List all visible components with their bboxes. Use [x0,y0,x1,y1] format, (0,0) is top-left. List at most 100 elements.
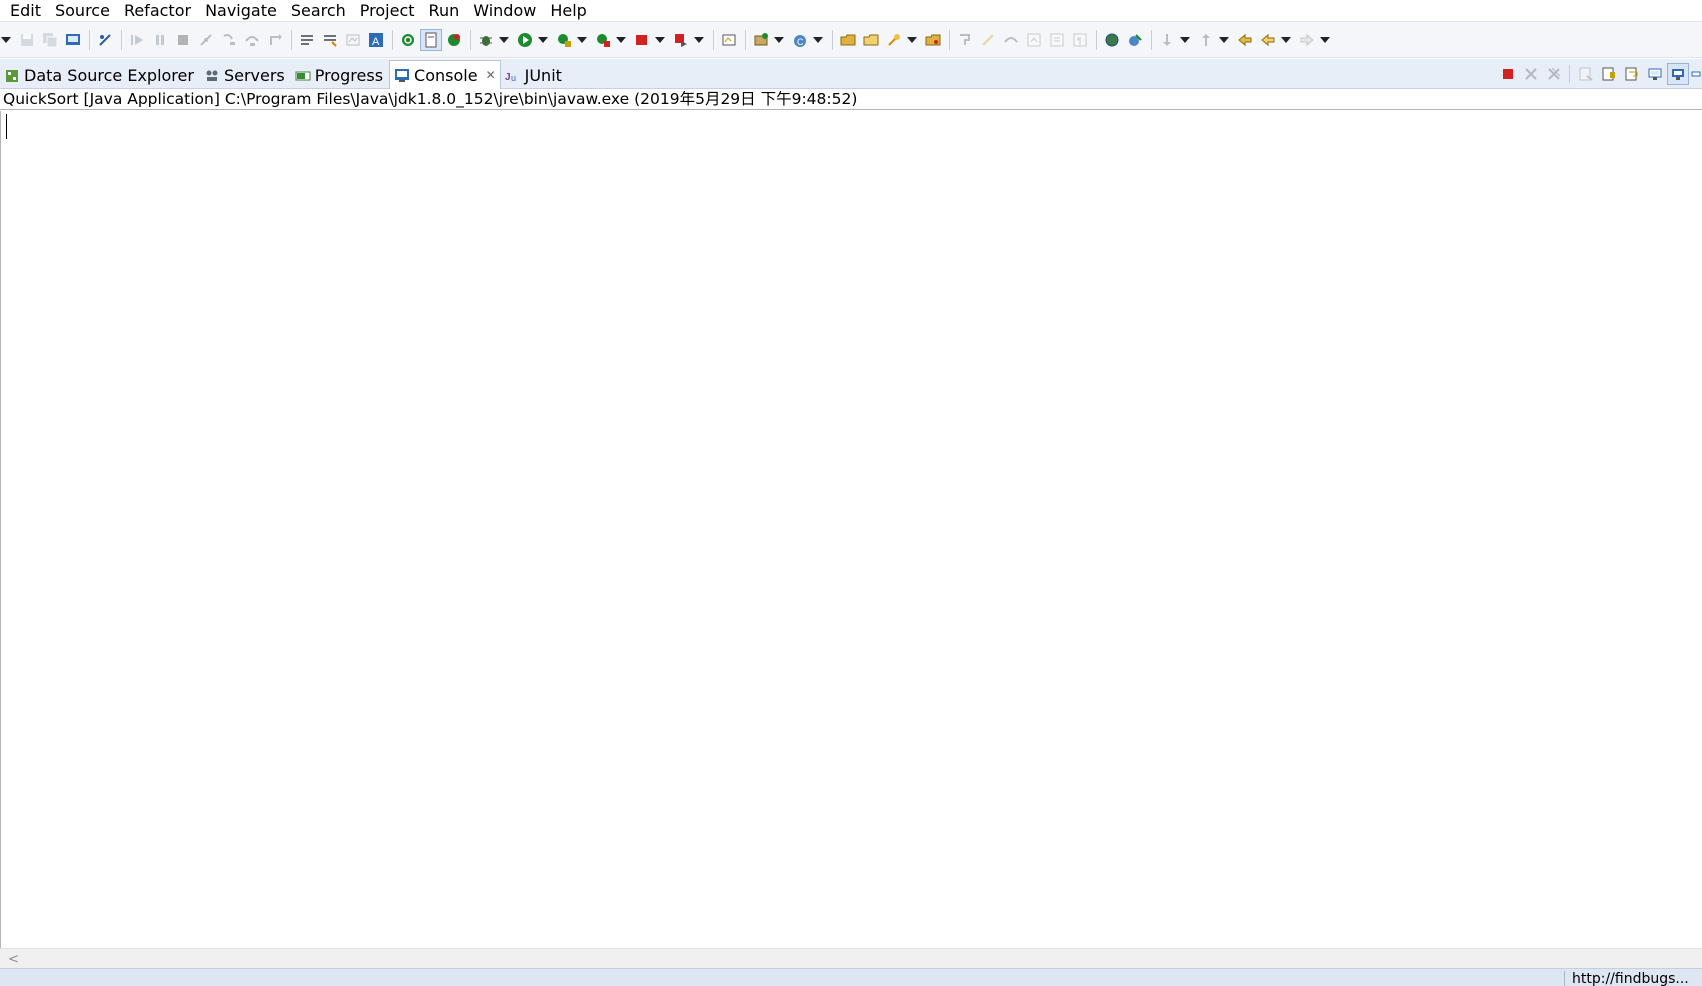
use-step-filters-icon[interactable] [296,29,318,51]
debug-icon[interactable] [475,29,497,51]
menu-project-label: Project [359,0,415,20]
tab-console-label: Console [414,65,478,85]
next-edit-location-icon[interactable] [1156,29,1178,51]
tab-progress[interactable]: Progress [291,62,389,89]
search-dropdown-icon[interactable] [906,29,918,51]
menu-refactor-label: Refactor [123,0,192,20]
coverage-dropdown-icon[interactable] [576,29,588,51]
external-tools-dropdown-icon[interactable] [654,29,666,51]
search-icon[interactable] [883,29,905,51]
run-icon[interactable] [514,29,536,51]
open-type-icon[interactable] [837,29,859,51]
new-package-dropdown-icon[interactable] [773,29,785,51]
clear-console-icon[interactable] [1575,63,1597,85]
word-wrap-icon[interactable] [1621,63,1643,85]
menu-edit[interactable]: Edit [3,0,48,22]
minimize-icon[interactable] [1690,63,1702,85]
menu-window-label: Window [473,0,537,20]
scroll-left-icon[interactable]: < [8,952,19,967]
power-icon[interactable] [397,29,419,51]
tab-servers[interactable]: Servers [200,62,291,89]
block-selection-icon[interactable] [1000,29,1022,51]
new-dropdown-icon[interactable] [2,29,10,51]
font-icon[interactable]: A [365,29,387,51]
last-edit-location-icon[interactable] [1124,29,1146,51]
save-icon[interactable] [16,29,38,51]
run-dropdown-icon[interactable] [537,29,549,51]
menu-window[interactable]: Window [466,0,543,22]
step-return-icon[interactable] [264,29,286,51]
debug-dropdown-icon[interactable] [498,29,510,51]
display-selected-console-icon[interactable] [1667,63,1689,85]
coverage-icon[interactable] [553,29,575,51]
save-all-icon[interactable] [39,29,61,51]
servers-icon [204,68,220,84]
new-java-project-icon[interactable] [718,29,740,51]
scroll-lock-icon[interactable] [1598,63,1620,85]
svg-text:J: J [505,72,511,83]
toolbar-separator [392,29,393,50]
console-output-area[interactable] [0,111,1702,948]
new-class-icon[interactable]: C [789,29,811,51]
menu-search[interactable]: Search [284,0,353,22]
new-class-dropdown-icon[interactable] [812,29,824,51]
toolbar-separator [745,29,746,50]
show-whitespace-icon[interactable] [420,28,442,51]
next-annotation-icon[interactable] [1023,29,1045,51]
open-task-icon[interactable] [860,29,882,51]
show-paragraph-icon[interactable]: ¶ [1069,29,1091,51]
tab-junit-label: JUnit [524,66,562,85]
profile-icon[interactable] [592,29,614,51]
open-perspective-icon[interactable] [342,29,364,51]
menu-edit-label: Edit [10,0,41,20]
external-run-dropdown-icon[interactable] [693,29,705,51]
menu-run[interactable]: Run [422,0,467,22]
pin-console-icon[interactable] [1644,63,1666,85]
terminate-icon[interactable] [1497,63,1519,85]
suspend-icon[interactable] [149,29,171,51]
web-browser-icon[interactable] [1101,29,1123,51]
next-edit-dropdown-icon[interactable] [1179,29,1191,51]
text-caret [6,114,7,139]
external-run-icon[interactable] [670,29,692,51]
external-tools-icon[interactable] [631,29,653,51]
open-folder-icon[interactable] [922,29,944,51]
terminal-window-icon[interactable] [62,29,84,51]
back-dropdown-icon[interactable] [1280,29,1292,51]
back-icon[interactable] [1257,29,1279,51]
disconnect-icon[interactable] [195,29,217,51]
terminate-icon[interactable] [172,29,194,51]
step-into-icon[interactable] [218,29,240,51]
forward-icon[interactable] [1296,29,1318,51]
tab-console[interactable]: Console ✕ [389,60,501,89]
menu-source[interactable]: Source [48,0,117,22]
main-toolbar: A C ¶ [0,22,1702,58]
previous-annotation-icon[interactable] [1046,29,1068,51]
previous-edit-dropdown-icon[interactable] [1218,29,1230,51]
remove-all-terminated-icon[interactable] [1543,63,1565,85]
menu-refactor[interactable]: Refactor [117,0,198,22]
remove-launch-icon[interactable] [1520,63,1542,85]
new-package-icon[interactable] [750,29,772,51]
step-over-icon[interactable] [241,29,263,51]
refresh-icon[interactable] [443,29,465,51]
profile-dropdown-icon[interactable] [615,29,627,51]
tab-data-source-explorer[interactable]: Data Source Explorer [0,62,200,89]
menu-help[interactable]: Help [543,0,593,22]
close-icon[interactable]: ✕ [486,68,496,82]
toggle-breadcrumb-icon[interactable] [977,29,999,51]
toggle-mark-occurrences-icon[interactable] [954,29,976,51]
menu-project[interactable]: Project [353,0,422,22]
svg-text:A: A [372,36,380,48]
horizontal-scrollbar[interactable]: < [0,948,1702,968]
back-to-edit-icon[interactable] [1234,29,1256,51]
menu-navigate[interactable]: Navigate [198,0,284,22]
toolbar-separator [713,29,714,50]
skip-breakpoints-icon[interactable] [94,29,116,51]
forward-dropdown-icon[interactable] [1319,29,1331,51]
resume-icon[interactable] [126,29,148,51]
junit-icon: Ju [505,68,521,84]
tab-junit[interactable]: Ju JUnit [501,62,568,89]
drop-to-frame-icon[interactable] [319,29,341,51]
previous-edit-location-icon[interactable] [1195,29,1217,51]
